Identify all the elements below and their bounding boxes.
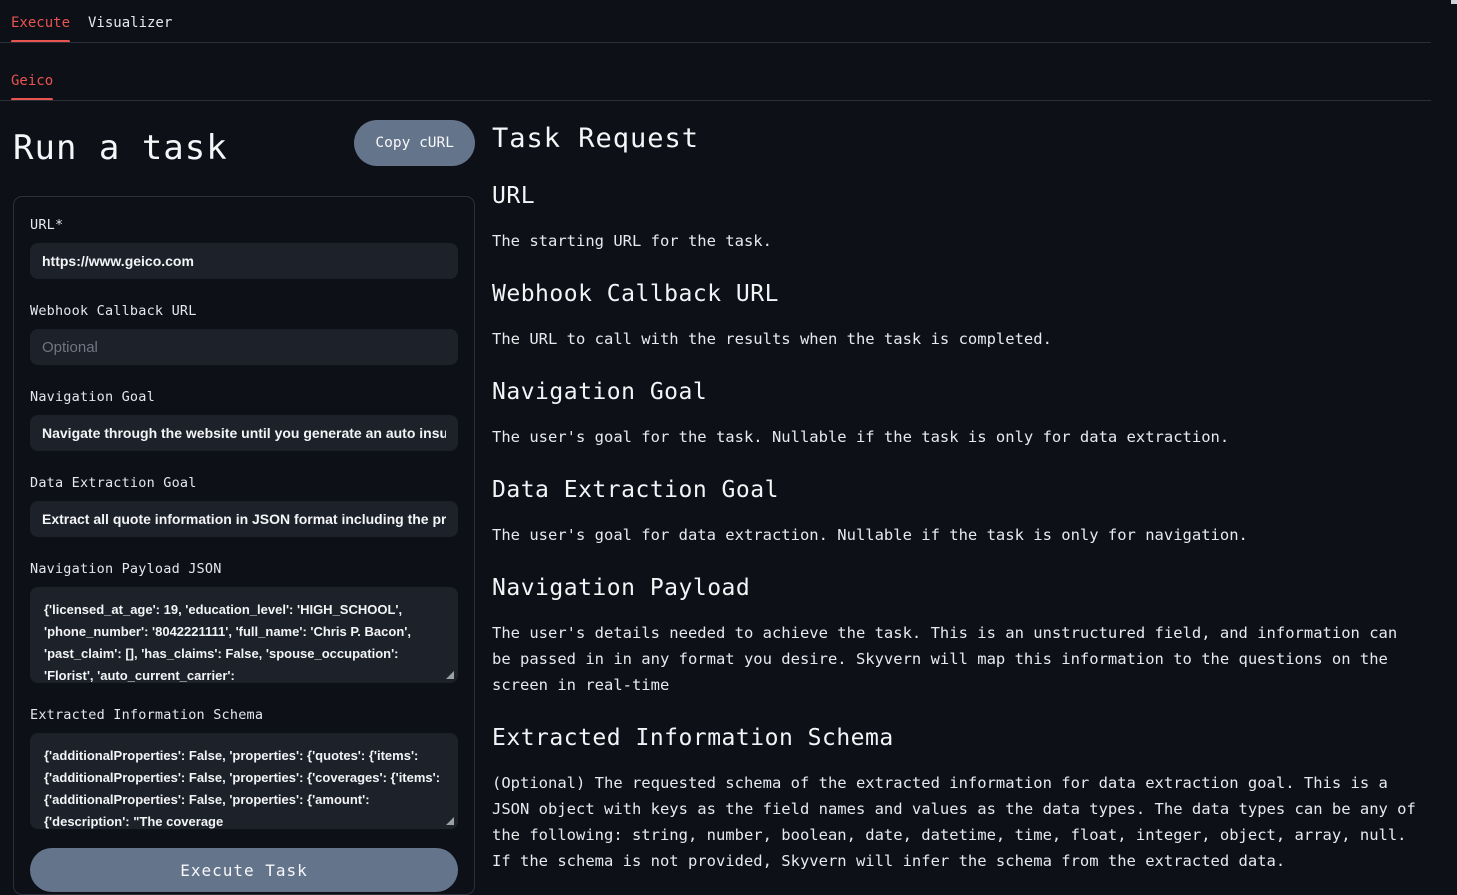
url-label: URL*	[30, 217, 458, 233]
page-title: Run a task	[13, 128, 228, 168]
webhook-input[interactable]	[30, 329, 458, 365]
tab-execute[interactable]: Execute	[11, 15, 70, 31]
field-url: URL*	[30, 217, 458, 279]
navigation-payload-label: Navigation Payload JSON	[30, 561, 458, 577]
section-heading-extracted-schema: Extracted Information Schema	[492, 724, 1432, 752]
field-webhook: Webhook Callback URL	[30, 303, 458, 365]
navigation-goal-label: Navigation Goal	[30, 389, 458, 405]
section-heading-data-extraction-goal: Data Extraction Goal	[492, 476, 1432, 504]
webhook-label: Webhook Callback URL	[30, 303, 458, 319]
data-extraction-goal-label: Data Extraction Goal	[30, 475, 458, 491]
copy-curl-button[interactable]: Copy cURL	[354, 120, 475, 166]
section-body-url: The starting URL for the task.	[492, 228, 1424, 254]
section-body-navigation-payload: The user's details needed to achieve the…	[492, 620, 1424, 698]
tab-visualizer[interactable]: Visualizer	[88, 15, 172, 31]
section-heading-url: URL	[492, 182, 1432, 210]
tab-visualizer-label: Visualizer	[88, 15, 172, 31]
section-heading-navigation-payload: Navigation Payload	[492, 574, 1432, 602]
field-navigation-payload: Navigation Payload JSON {'licensed_at_ag…	[30, 561, 458, 683]
field-navigation-goal: Navigation Goal	[30, 389, 458, 451]
extracted-schema-textarea[interactable]: {'additionalProperties': False, 'propert…	[30, 733, 458, 829]
tabbar-divider	[0, 42, 1431, 43]
section-heading-webhook: Webhook Callback URL	[492, 280, 1432, 308]
task-form-panel: Run a task Copy cURL URL* Webhook Callba…	[13, 120, 475, 895]
navigation-payload-textarea[interactable]: {'licensed_at_age': 19, 'education_level…	[30, 587, 458, 683]
section-body-webhook: The URL to call with the results when th…	[492, 326, 1424, 352]
url-input[interactable]	[30, 243, 458, 279]
task-form-card: URL* Webhook Callback URL Navigation Goa…	[13, 196, 475, 895]
subtabbar-divider	[0, 100, 1431, 101]
task-request-docs-panel: Task Request URL The starting URL for th…	[492, 122, 1432, 874]
resize-grip-icon[interactable]	[446, 671, 454, 679]
extracted-schema-label: Extracted Information Schema	[30, 707, 458, 723]
scrollbar-thumb[interactable]	[1451, 0, 1457, 4]
execute-task-button[interactable]: Execute Task	[30, 848, 458, 892]
section-body-navigation-goal: The user's goal for the task. Nullable i…	[492, 424, 1424, 450]
docs-title: Task Request	[492, 122, 1432, 156]
section-body-data-extraction-goal: The user's goal for data extraction. Nul…	[492, 522, 1424, 548]
data-extraction-goal-input[interactable]	[30, 501, 458, 537]
tab-geico[interactable]: Geico	[11, 73, 53, 89]
tab-geico-label: Geico	[11, 73, 53, 89]
resize-grip-icon[interactable]	[446, 817, 454, 825]
section-body-extracted-schema: (Optional) The requested schema of the e…	[492, 770, 1424, 874]
section-heading-navigation-goal: Navigation Goal	[492, 378, 1432, 406]
navigation-goal-input[interactable]	[30, 415, 458, 451]
field-extracted-schema: Extracted Information Schema {'additiona…	[30, 707, 458, 829]
field-data-extraction-goal: Data Extraction Goal	[30, 475, 458, 537]
tab-execute-label: Execute	[11, 15, 70, 31]
